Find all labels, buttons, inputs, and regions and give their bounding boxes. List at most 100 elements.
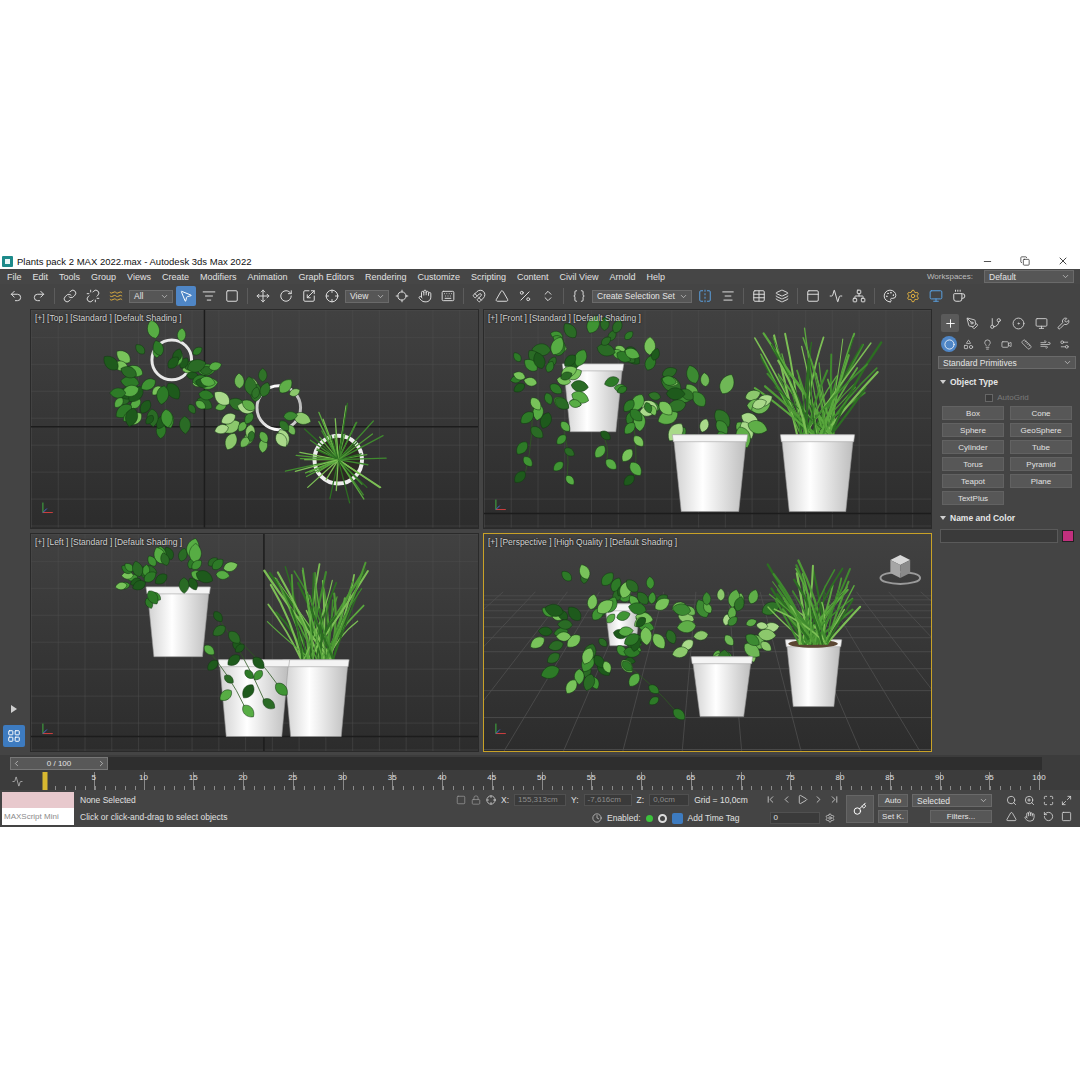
plant-foliage[interactable]	[510, 335, 591, 431]
tool-button[interactable]	[718, 286, 738, 306]
display-icon[interactable]	[1035, 317, 1048, 330]
current-frame-field[interactable]: 0	[770, 812, 820, 824]
plant-foliage[interactable]	[100, 319, 222, 439]
plant-foliage[interactable]	[622, 576, 687, 652]
maxscript-listener[interactable]: MAXScript Mini	[2, 792, 74, 825]
primitive-button[interactable]: Cylinder	[942, 440, 1004, 454]
mirror-icon[interactable]	[698, 289, 712, 303]
tool-button[interactable]	[569, 286, 589, 306]
checkbox[interactable]	[985, 394, 993, 402]
spinner-snap-icon[interactable]	[541, 289, 555, 303]
manipulate-icon[interactable]	[418, 289, 432, 303]
snap-icon[interactable]	[472, 289, 486, 303]
viewport-scene[interactable]	[31, 534, 478, 752]
maximize-viewport-icon[interactable]	[1061, 811, 1072, 822]
maxscript-input[interactable]	[2, 792, 74, 808]
rendered-frame-icon[interactable]	[929, 289, 943, 303]
chevron-down-icon[interactable]	[1063, 358, 1072, 367]
menu-item[interactable]: Help	[646, 272, 665, 282]
render-icon[interactable]	[952, 289, 966, 303]
mini-curve-editor-icon[interactable]	[12, 776, 23, 787]
frame-ruler[interactable]: 5101520253035404550556065707580859095100	[45, 772, 1040, 790]
tool-button[interactable]	[415, 286, 435, 306]
pan-icon[interactable]	[1024, 811, 1035, 822]
category-button[interactable]	[1038, 336, 1054, 352]
layer-explorer-icon[interactable]	[775, 289, 789, 303]
tool-button[interactable]	[199, 286, 219, 306]
category-button[interactable]	[1018, 336, 1034, 352]
tool-button[interactable]	[322, 286, 342, 306]
bind-space-warp-icon[interactable]	[109, 289, 123, 303]
tool-button[interactable]	[60, 286, 80, 306]
plant-vine[interactable]	[551, 419, 576, 487]
enabled-indicator[interactable]	[646, 815, 653, 822]
grass-plant[interactable]	[755, 328, 881, 438]
viewport[interactable]: [+] [Front ] [Standard ] [Default Shadin…	[483, 309, 932, 529]
absolute-mode-icon[interactable]	[486, 795, 496, 805]
command-panel-tab[interactable]	[987, 314, 1005, 332]
menu-item[interactable]: Arnold	[609, 272, 635, 282]
category-button[interactable]	[980, 336, 996, 352]
menu-item[interactable]: Customize	[418, 272, 461, 282]
link-icon[interactable]	[63, 289, 77, 303]
key-filters-button[interactable]: Filters...	[930, 810, 992, 823]
angle-snap-icon[interactable]	[495, 289, 509, 303]
restore-button[interactable]	[1008, 253, 1042, 269]
viewport-layout-icon[interactable]	[7, 729, 21, 743]
minimize-button[interactable]	[970, 253, 1004, 269]
viewport[interactable]: [+] [Left ] [Standard ] [Default Shading…	[30, 533, 479, 753]
plant-vine[interactable]	[226, 628, 291, 698]
render-setup-icon[interactable]	[906, 289, 920, 303]
play-icon[interactable]	[797, 794, 808, 805]
time-tag-icon[interactable]	[672, 813, 683, 824]
menu-item[interactable]: Views	[127, 272, 151, 282]
category-button[interactable]	[960, 336, 976, 352]
move-icon[interactable]	[256, 289, 270, 303]
space-warps-icon[interactable]	[1040, 339, 1051, 350]
tool-button[interactable]	[538, 286, 558, 306]
select-by-name-icon[interactable]	[202, 289, 216, 303]
tool-button[interactable]	[803, 286, 823, 306]
primitive-button[interactable]: GeoSphere	[1010, 423, 1072, 437]
material-editor-icon[interactable]	[883, 289, 897, 303]
tool-button[interactable]	[880, 286, 900, 306]
redo-icon[interactable]	[32, 289, 46, 303]
tool-button[interactable]	[492, 286, 512, 306]
orbit-icon[interactable]	[1043, 811, 1054, 822]
time-slider-track[interactable]: 0 / 100	[10, 757, 1042, 770]
systems-icon[interactable]	[1059, 339, 1070, 350]
go-to-end-icon[interactable]	[829, 794, 840, 805]
time-configuration-icon[interactable]	[825, 813, 835, 823]
key-filter-dropdown[interactable]: Selected	[912, 794, 992, 807]
primitive-button[interactable]: TextPlus	[942, 491, 1004, 505]
next-frame-icon[interactable]	[813, 794, 824, 805]
chevron-down-icon[interactable]	[376, 292, 385, 301]
zoom-extents-all-icon[interactable]	[1061, 795, 1072, 806]
lights-icon[interactable]	[982, 339, 993, 350]
tool-button[interactable]	[392, 286, 412, 306]
utilities-icon[interactable]	[1057, 317, 1070, 330]
viewport-label[interactable]: [+] [Left ] [Standard ] [Default Shading…	[35, 537, 182, 547]
plant-vine[interactable]	[620, 658, 688, 722]
category-button[interactable]	[941, 336, 957, 352]
field-of-view-icon[interactable]	[1006, 811, 1017, 822]
menu-item[interactable]: File	[7, 272, 22, 282]
curve-editor-toggle[interactable]	[0, 772, 45, 790]
tool-button[interactable]	[276, 286, 296, 306]
menu-item[interactable]: Content	[517, 272, 549, 282]
tool-button[interactable]	[6, 286, 26, 306]
unlink-icon[interactable]	[86, 289, 100, 303]
command-panel-tab[interactable]	[941, 314, 959, 332]
viewport-scene[interactable]	[484, 310, 931, 528]
grass-plant[interactable]	[264, 562, 368, 661]
undo-icon[interactable]	[9, 289, 23, 303]
viewport-scene[interactable]	[484, 534, 931, 752]
y-field[interactable]: -7,616cm	[584, 794, 632, 806]
category-button[interactable]	[999, 336, 1015, 352]
primitive-button[interactable]: Tube	[1010, 440, 1072, 454]
selection-region-icon[interactable]	[225, 289, 239, 303]
viewport-label[interactable]: [+] [Perspective ] [High Quality ] [Defa…	[488, 537, 677, 547]
time-slider-thumb[interactable]: 0 / 100	[10, 757, 108, 770]
tool-button[interactable]	[826, 286, 846, 306]
tool-button[interactable]	[949, 286, 969, 306]
